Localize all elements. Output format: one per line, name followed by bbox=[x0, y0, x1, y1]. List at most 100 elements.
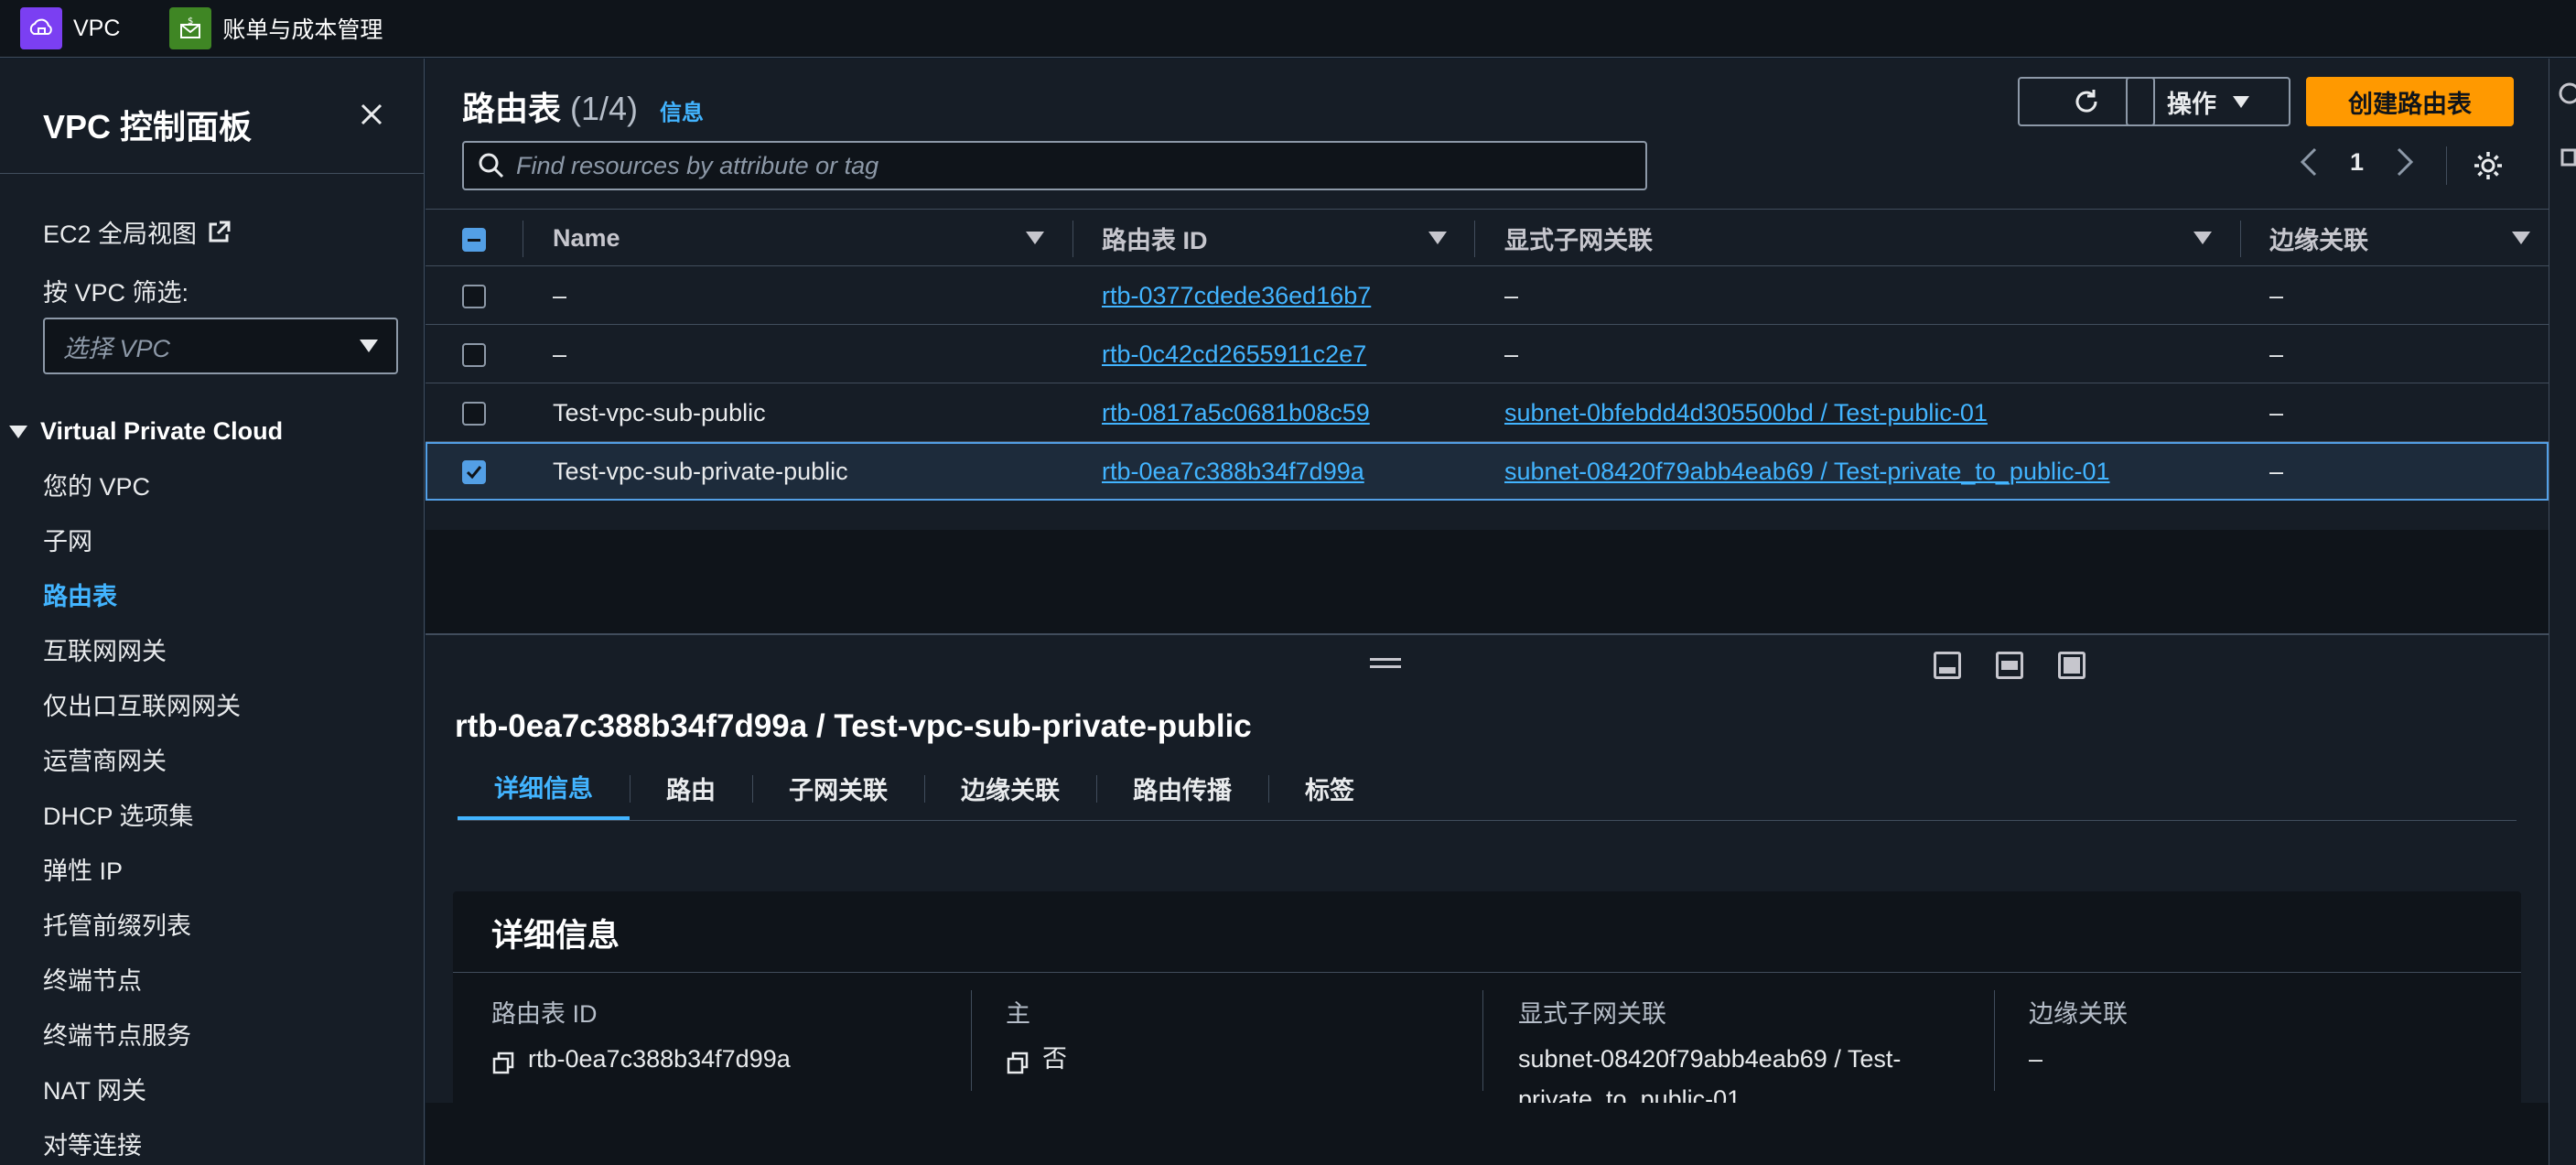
panel-bottom-icon[interactable] bbox=[1934, 652, 1961, 679]
route-tables-panel: 路由表 (1/4) 信息 操作 创建路由表 1 bbox=[426, 59, 2549, 635]
select-all-checkbox[interactable] bbox=[462, 228, 486, 252]
chevron-left-icon[interactable] bbox=[2299, 146, 2319, 178]
service-label: VPC bbox=[73, 15, 121, 41]
sidebar-item-dhcp-option-sets[interactable]: DHCP 选项集 bbox=[43, 789, 241, 844]
sidebar-item-managed-prefix-lists[interactable]: 托管前缀列表 bbox=[43, 899, 241, 954]
ec2-global-view-link[interactable]: EC2 全局视图 bbox=[43, 214, 232, 250]
sidebar-item-carrier-gateways[interactable]: 运营商网关 bbox=[43, 734, 241, 789]
sidebar-item-your-vpcs[interactable]: 您的 VPC bbox=[43, 459, 241, 514]
tab-edge-associations[interactable]: 边缘关联 bbox=[924, 757, 1096, 820]
service-shortcut-vpc[interactable]: VPC bbox=[20, 0, 120, 58]
create-route-table-button[interactable]: 创建路由表 bbox=[2306, 77, 2514, 126]
actions-button[interactable]: 操作 bbox=[2126, 77, 2290, 126]
divider bbox=[1474, 221, 1475, 257]
field-main: 主 否 bbox=[1006, 994, 1482, 1079]
route-table-id-link[interactable]: rtb-0ea7c388b34f7d99a bbox=[1102, 442, 1364, 501]
vpc-filter-placeholder: 选择 VPC bbox=[63, 334, 171, 362]
panel-full-icon[interactable] bbox=[2058, 652, 2086, 679]
ec2-link-label: EC2 全局视图 bbox=[43, 221, 198, 248]
sort-icon[interactable] bbox=[1026, 232, 1044, 244]
column-header-route-table-id[interactable]: 路由表 ID bbox=[1102, 210, 1208, 267]
column-header-edge-association[interactable]: 边缘关联 bbox=[2269, 210, 2368, 267]
copy-icon[interactable] bbox=[491, 1047, 515, 1074]
sidebar-nav: 您的 VPC 子网 路由表 互联网网关 仅出口互联网网关 运营商网关 DHCP … bbox=[43, 459, 241, 1165]
table-row[interactable]: – rtb-0c42cd2655911c2e7 – – bbox=[426, 325, 2549, 383]
row-checkbox[interactable] bbox=[462, 460, 486, 484]
pagination: 1 bbox=[2299, 146, 2415, 178]
cell-edge: – bbox=[2269, 457, 2284, 485]
page-number[interactable]: 1 bbox=[2350, 148, 2364, 177]
sidebar-item-egress-only-igw[interactable]: 仅出口互联网网关 bbox=[43, 679, 241, 734]
field-value: – bbox=[2029, 1045, 2043, 1073]
selection-count: (1/4) bbox=[570, 90, 639, 127]
column-header-explicit-subnet[interactable]: 显式子网关联 bbox=[1504, 210, 1653, 267]
tab-tags[interactable]: 标签 bbox=[1268, 757, 1391, 820]
search-bar[interactable] bbox=[462, 141, 1647, 190]
subnet-link[interactable]: subnet-08420f79abb4eab69 / Test-private_… bbox=[1504, 442, 2110, 501]
sort-icon[interactable] bbox=[2193, 232, 2212, 244]
copy-icon[interactable] bbox=[1006, 1047, 1029, 1074]
field-value: rtb-0ea7c388b34f7d99a bbox=[528, 1045, 791, 1073]
subnet-link-line: subnet-08420f79abb4eab69 / Test- bbox=[1518, 1045, 1902, 1073]
resize-handle-icon[interactable] bbox=[1370, 658, 1401, 671]
row-checkbox[interactable] bbox=[462, 402, 486, 426]
field-label: 路由表 ID bbox=[491, 1000, 598, 1028]
external-link-icon bbox=[209, 221, 231, 242]
tab-routes[interactable]: 路由 bbox=[630, 757, 752, 820]
sidebar-item-subnets[interactable]: 子网 bbox=[43, 514, 241, 569]
sidebar-item-elastic-ips[interactable]: 弹性 IP bbox=[43, 844, 241, 899]
gear-icon[interactable] bbox=[2469, 146, 2507, 185]
field-label: 边缘关联 bbox=[2029, 1000, 2128, 1028]
divider bbox=[1482, 990, 1483, 1091]
cell-edge: – bbox=[2269, 340, 2284, 368]
panel-center-icon[interactable] bbox=[1996, 652, 2023, 679]
service-shortcut-billing[interactable]: $ 账单与成本管理 bbox=[169, 0, 383, 58]
sidebar-item-nat-gateways[interactable]: NAT 网关 bbox=[43, 1063, 241, 1118]
section-virtual-private-cloud[interactable]: Virtual Private Cloud bbox=[9, 417, 283, 446]
tab-route-propagation[interactable]: 路由传播 bbox=[1096, 757, 1268, 820]
sidebar-item-route-tables[interactable]: 路由表 bbox=[43, 569, 241, 624]
help-icon[interactable] bbox=[2549, 59, 2576, 205]
row-checkbox[interactable] bbox=[462, 343, 486, 367]
info-link[interactable]: 信息 bbox=[660, 94, 704, 126]
divider bbox=[971, 990, 972, 1091]
table-header: Name 路由表 ID 显式子网关联 边缘关联 bbox=[426, 209, 2549, 266]
actions-label: 操作 bbox=[2167, 90, 2216, 118]
caret-down-icon bbox=[360, 340, 378, 352]
divider bbox=[1994, 990, 1995, 1091]
divider bbox=[453, 972, 2521, 973]
sidebar-item-endpoints[interactable]: 终端节点 bbox=[43, 954, 241, 1009]
cell-name: Test-vpc-sub-private-public bbox=[553, 457, 848, 485]
table-row[interactable]: Test-vpc-sub-public rtb-0817a5c0681b08c5… bbox=[426, 383, 2549, 442]
detail-split-panel: rtb-0ea7c388b34f7d99a / Test-vpc-sub-pri… bbox=[426, 635, 2549, 1165]
vpc-cloud-icon bbox=[20, 7, 62, 49]
tab-subnet-associations[interactable]: 子网关联 bbox=[752, 757, 924, 820]
route-table-id-link[interactable]: rtb-0817a5c0681b08c59 bbox=[1102, 383, 1370, 442]
close-icon[interactable] bbox=[352, 95, 391, 134]
table-row[interactable]: – rtb-0377cdede36ed16b7 – – bbox=[426, 266, 2549, 325]
divider bbox=[1072, 221, 1073, 257]
table-empty-area bbox=[426, 530, 2549, 635]
cell-name: – bbox=[553, 340, 567, 368]
row-checkbox[interactable] bbox=[462, 285, 486, 308]
sort-icon[interactable] bbox=[1428, 232, 1447, 244]
refresh-icon bbox=[2075, 90, 2097, 113]
cell-subnet: – bbox=[1504, 340, 1519, 368]
field-explicit-subnet: 显式子网关联 subnet-08420f79abb4eab69 / Test- … bbox=[1518, 994, 1976, 1119]
route-table-id-link[interactable]: rtb-0377cdede36ed16b7 bbox=[1102, 266, 1371, 325]
expand-caret-icon bbox=[9, 425, 27, 438]
sidebar-item-peering-connections[interactable]: 对等连接 bbox=[43, 1118, 241, 1165]
vpc-filter-select[interactable]: 选择 VPC bbox=[43, 318, 398, 374]
subnet-link[interactable]: subnet-0bfebdd4d305500bd / Test-public-0… bbox=[1504, 383, 1988, 442]
table-row-selected[interactable]: Test-vpc-sub-private-public rtb-0ea7c388… bbox=[426, 442, 2549, 501]
sidebar-item-endpoint-services[interactable]: 终端节点服务 bbox=[43, 1009, 241, 1063]
column-header-name[interactable]: Name bbox=[553, 210, 620, 267]
sort-icon[interactable] bbox=[2512, 232, 2530, 244]
tab-details[interactable]: 详细信息 bbox=[458, 757, 630, 820]
field-route-table-id: 路由表 ID rtb-0ea7c388b34f7d99a bbox=[491, 994, 967, 1079]
search-input[interactable] bbox=[516, 151, 1614, 180]
route-table-id-link[interactable]: rtb-0c42cd2655911c2e7 bbox=[1102, 325, 1366, 383]
vpc-filter-label: 按 VPC 筛选: bbox=[43, 279, 189, 307]
sidebar-item-internet-gateways[interactable]: 互联网网关 bbox=[43, 624, 241, 679]
chevron-right-icon[interactable] bbox=[2395, 146, 2415, 178]
